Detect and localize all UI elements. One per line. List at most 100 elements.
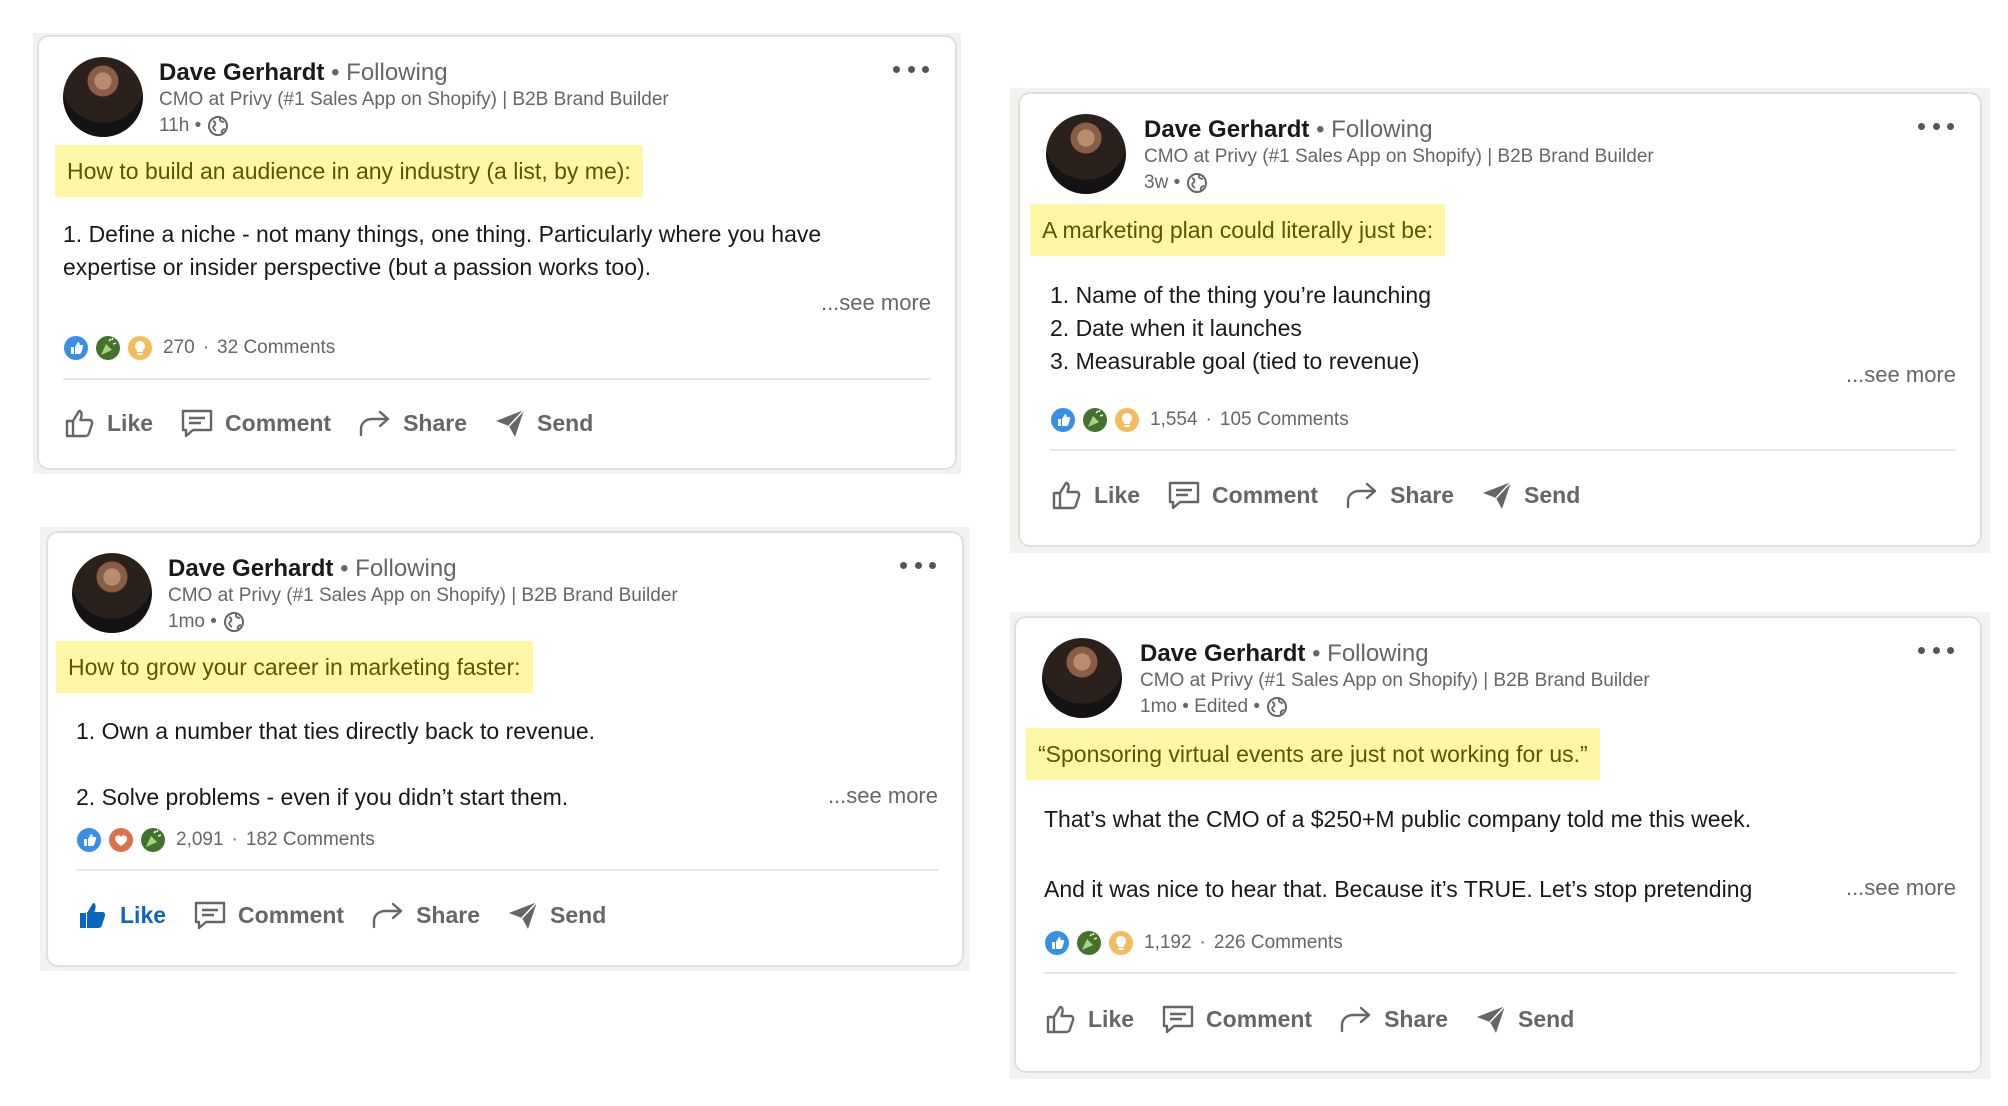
see-more-link[interactable]: ...see more — [1846, 362, 1956, 388]
author-name[interactable]: Dave Gerhardt — [159, 59, 324, 86]
thumbs-up-filled-icon — [80, 903, 106, 928]
comment-count[interactable]: 226 Comments — [1214, 932, 1343, 954]
like-button[interactable]: Like — [63, 406, 153, 440]
author-headline: CMO at Privy (#1 Sales App on Shopify) |… — [1140, 670, 1650, 691]
post-card: Dave Gerhardt • Following CMO at Privy (… — [1018, 92, 1982, 547]
more-options-icon[interactable] — [1914, 114, 1958, 138]
comment-icon — [194, 901, 226, 930]
see-more-link[interactable]: ...see more — [828, 783, 938, 809]
comment-count[interactable]: 182 Comments — [246, 829, 375, 851]
following-label: Following — [1327, 640, 1429, 667]
avatar[interactable] — [1046, 114, 1126, 194]
more-options-icon[interactable] — [896, 553, 940, 577]
comment-count[interactable]: 32 Comments — [217, 337, 335, 359]
following-label: Following — [346, 59, 448, 86]
like-icon — [1050, 407, 1076, 433]
post-header: Dave Gerhardt • Following CMO at Privy (… — [1140, 640, 1956, 720]
action-bar: Like Comment Share Send — [1050, 478, 1606, 512]
share-label: Share — [416, 901, 481, 928]
celebrate-icon — [1076, 930, 1102, 956]
separator-dot: · — [1205, 409, 1212, 430]
like-button[interactable]: Like — [76, 898, 166, 932]
post-header: Dave Gerhardt • Following CMO at Privy (… — [159, 59, 931, 139]
celebrate-icon — [140, 827, 166, 853]
send-button[interactable]: Send — [1474, 1002, 1574, 1036]
share-icon — [1346, 482, 1377, 509]
divider — [1050, 449, 1956, 451]
like-label: Like — [1094, 481, 1141, 508]
comment-label: Comment — [225, 409, 332, 436]
see-more-link[interactable]: ...see more — [821, 290, 931, 316]
see-more-link[interactable]: ...see more — [1846, 875, 1956, 901]
send-button[interactable]: Send — [506, 898, 606, 932]
post-body: 1. Define a niche - not many things, one… — [63, 218, 821, 284]
globe-icon — [1186, 172, 1208, 194]
share-icon — [1340, 1006, 1371, 1033]
post-body: 1. Name of the thing you’re launching 2.… — [1050, 279, 1431, 378]
like-button[interactable]: Like — [1050, 478, 1140, 512]
post-card-wrapper: Dave Gerhardt • Following CMO at Privy (… — [1010, 612, 1990, 1079]
send-icon — [1483, 481, 1512, 509]
highlighted-hook: How to build an audience in any industry… — [55, 145, 643, 197]
separator-dot: • — [1316, 116, 1332, 143]
like-button[interactable]: Like — [1044, 1002, 1134, 1036]
highlighted-hook: How to grow your career in marketing fas… — [56, 641, 533, 693]
share-button[interactable]: Share — [370, 900, 480, 930]
post-time: 1mo • Edited • — [1140, 696, 1260, 717]
comment-button[interactable]: Comment — [1160, 1003, 1312, 1035]
post-body: 1. Own a number that ties directly back … — [76, 715, 595, 814]
action-bar: Like Comment Share Send — [76, 898, 632, 932]
send-button[interactable]: Send — [493, 406, 593, 440]
author-name[interactable]: Dave Gerhardt — [1144, 116, 1309, 143]
post-body-line: 1. Define a niche - not many things, one… — [63, 221, 822, 247]
insightful-icon — [127, 335, 153, 361]
post-body-line: And it was nice to hear that. Because it… — [1044, 876, 1753, 902]
share-button[interactable]: Share — [1344, 480, 1454, 510]
post-card: Dave Gerhardt • Following CMO at Privy (… — [1014, 616, 1982, 1073]
divider — [1044, 972, 1956, 974]
social-counts[interactable]: 270 · 32 Comments — [63, 335, 335, 361]
comment-count[interactable]: 105 Comments — [1220, 409, 1349, 431]
social-counts[interactable]: 1,192 · 226 Comments — [1044, 930, 1343, 956]
share-button[interactable]: Share — [1338, 1004, 1448, 1034]
post-time: 3w • — [1144, 172, 1181, 193]
share-icon — [372, 902, 403, 929]
share-button[interactable]: Share — [357, 408, 467, 438]
send-icon — [496, 409, 525, 437]
more-options-icon[interactable] — [889, 57, 933, 81]
divider — [76, 869, 938, 871]
comment-button[interactable]: Comment — [1166, 479, 1318, 511]
more-options-icon[interactable] — [1914, 638, 1958, 662]
comment-button[interactable]: Comment — [179, 407, 331, 439]
following-label: Following — [355, 555, 457, 582]
post-body-line: expertise or insider perspective (but a … — [63, 254, 652, 280]
comment-icon — [181, 409, 213, 438]
avatar[interactable] — [1042, 638, 1122, 718]
post-card: Dave Gerhardt • Following CMO at Privy (… — [37, 35, 957, 470]
post-body-line: That’s what the CMO of a $250+M public c… — [1044, 806, 1752, 832]
send-button[interactable]: Send — [1480, 478, 1580, 512]
author-headline: CMO at Privy (#1 Sales App on Shopify) |… — [159, 89, 669, 110]
avatar[interactable] — [72, 553, 152, 633]
avatar[interactable] — [63, 57, 143, 137]
social-counts[interactable]: 2,091 · 182 Comments — [76, 827, 375, 853]
divider — [63, 378, 931, 380]
share-label: Share — [1384, 1005, 1449, 1032]
post-body-line — [76, 748, 595, 781]
thumbs-up-icon — [65, 409, 94, 438]
comment-button[interactable]: Comment — [192, 899, 344, 931]
author-name[interactable]: Dave Gerhardt — [1140, 640, 1305, 667]
post-card-wrapper: Dave Gerhardt • Following CMO at Privy (… — [33, 33, 961, 474]
author-name[interactable]: Dave Gerhardt — [168, 555, 333, 582]
send-label: Send — [1524, 481, 1581, 508]
send-icon — [1477, 1005, 1506, 1033]
author-headline: CMO at Privy (#1 Sales App on Shopify) |… — [1144, 146, 1654, 167]
post-card-wrapper: Dave Gerhardt • Following CMO at Privy (… — [1010, 88, 1990, 553]
action-bar: Like Comment Share Send — [1044, 1002, 1600, 1036]
post-body-line: 3. Measurable goal (tied to revenue) — [1050, 348, 1420, 374]
thumbs-up-icon — [1046, 1005, 1075, 1034]
celebrate-icon — [1082, 407, 1108, 433]
social-counts[interactable]: 1,554 · 105 Comments — [1050, 407, 1349, 433]
post-header: Dave Gerhardt • Following CMO at Privy (… — [1144, 116, 1956, 196]
post-header: Dave Gerhardt • Following CMO at Privy (… — [168, 555, 938, 635]
